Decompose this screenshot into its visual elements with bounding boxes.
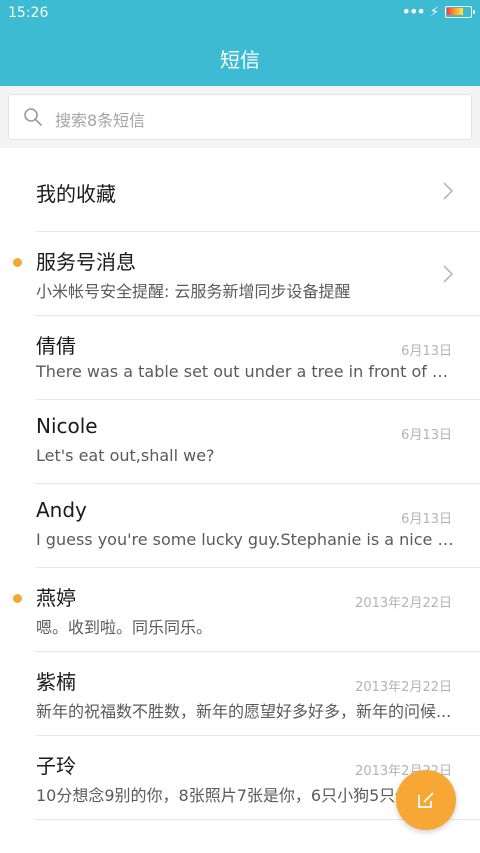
favorites-label: 我的收藏 [36,182,116,206]
unread-dot [13,258,22,267]
thread-preview: There was a table set out under a tree i… [36,362,454,381]
service-preview: 小米帐号安全提醒: 云服务新增同步设备提醒 [36,282,351,301]
thread-date: 6月13日 [401,512,452,527]
thread-name: Andy [36,498,87,522]
thread-preview: 嗯。收到啦。同乐同乐。 [36,618,213,637]
compose-icon [418,792,434,808]
thread-name: 子玲 [36,754,76,778]
chevron-right-icon [442,181,454,205]
search-icon [23,107,43,131]
search-area: 搜索8条短信 [0,86,480,148]
compose-button[interactable] [396,770,456,830]
thread-name: 倩倩 [36,334,76,358]
thread-date: 6月13日 [401,428,452,443]
status-time: 15:26 [8,5,49,21]
thread-row[interactable]: Andy 6月13日 I guess you're some lucky guy… [0,484,480,568]
thread-preview: I guess you're some lucky guy.Stephanie … [36,530,454,549]
charging-icon: ⚡ [429,4,439,20]
status-bar: 15:26 ••• ⚡ [0,0,480,28]
conversation-list: 我的收藏 服务号消息 小米帐号安全提醒: 云服务新增同步设备提醒 倩倩 6月13… [0,148,480,820]
thread-row[interactable]: 紫楠 2013年2月22日 新年的祝福数不胜数，新年的愿望好多好多，新年的问候.… [0,652,480,736]
thread-preview: 10分想念9别的你，8张照片7张是你，6只小狗5只像你... [36,786,443,805]
thread-row[interactable]: 倩倩 6月13日 There was a table set out under… [0,316,480,400]
search-input[interactable]: 搜索8条短信 [8,94,472,140]
thread-preview: 新年的祝福数不胜数，新年的愿望好多好多，新年的问候... [36,702,452,721]
page-title: 短信 [220,48,260,72]
thread-name: 燕婷 [36,586,76,610]
unread-dot [13,594,22,603]
thread-date: 2013年2月22日 [355,680,452,695]
status-icons: ••• ⚡ [401,2,475,21]
thread-preview: Let's eat out,shall we? [36,446,215,465]
more-dots-icon: ••• [401,2,426,21]
favorites-row[interactable]: 我的收藏 [0,148,480,232]
thread-date: 2013年2月22日 [355,596,452,611]
service-name: 服务号消息 [36,250,136,274]
thread-name: Nicole [36,414,98,438]
battery-icon [445,6,475,18]
search-placeholder: 搜索8条短信 [55,111,146,130]
thread-name: 紫楠 [36,670,76,694]
chevron-right-icon [442,264,454,288]
service-messages-row[interactable]: 服务号消息 小米帐号安全提醒: 云服务新增同步设备提醒 [0,232,480,316]
thread-date: 6月13日 [401,344,452,359]
thread-row[interactable]: Nicole 6月13日 Let's eat out,shall we? [0,400,480,484]
thread-row[interactable]: 燕婷 2013年2月22日 嗯。收到啦。同乐同乐。 [0,568,480,652]
app-header: 短信 [0,28,480,86]
